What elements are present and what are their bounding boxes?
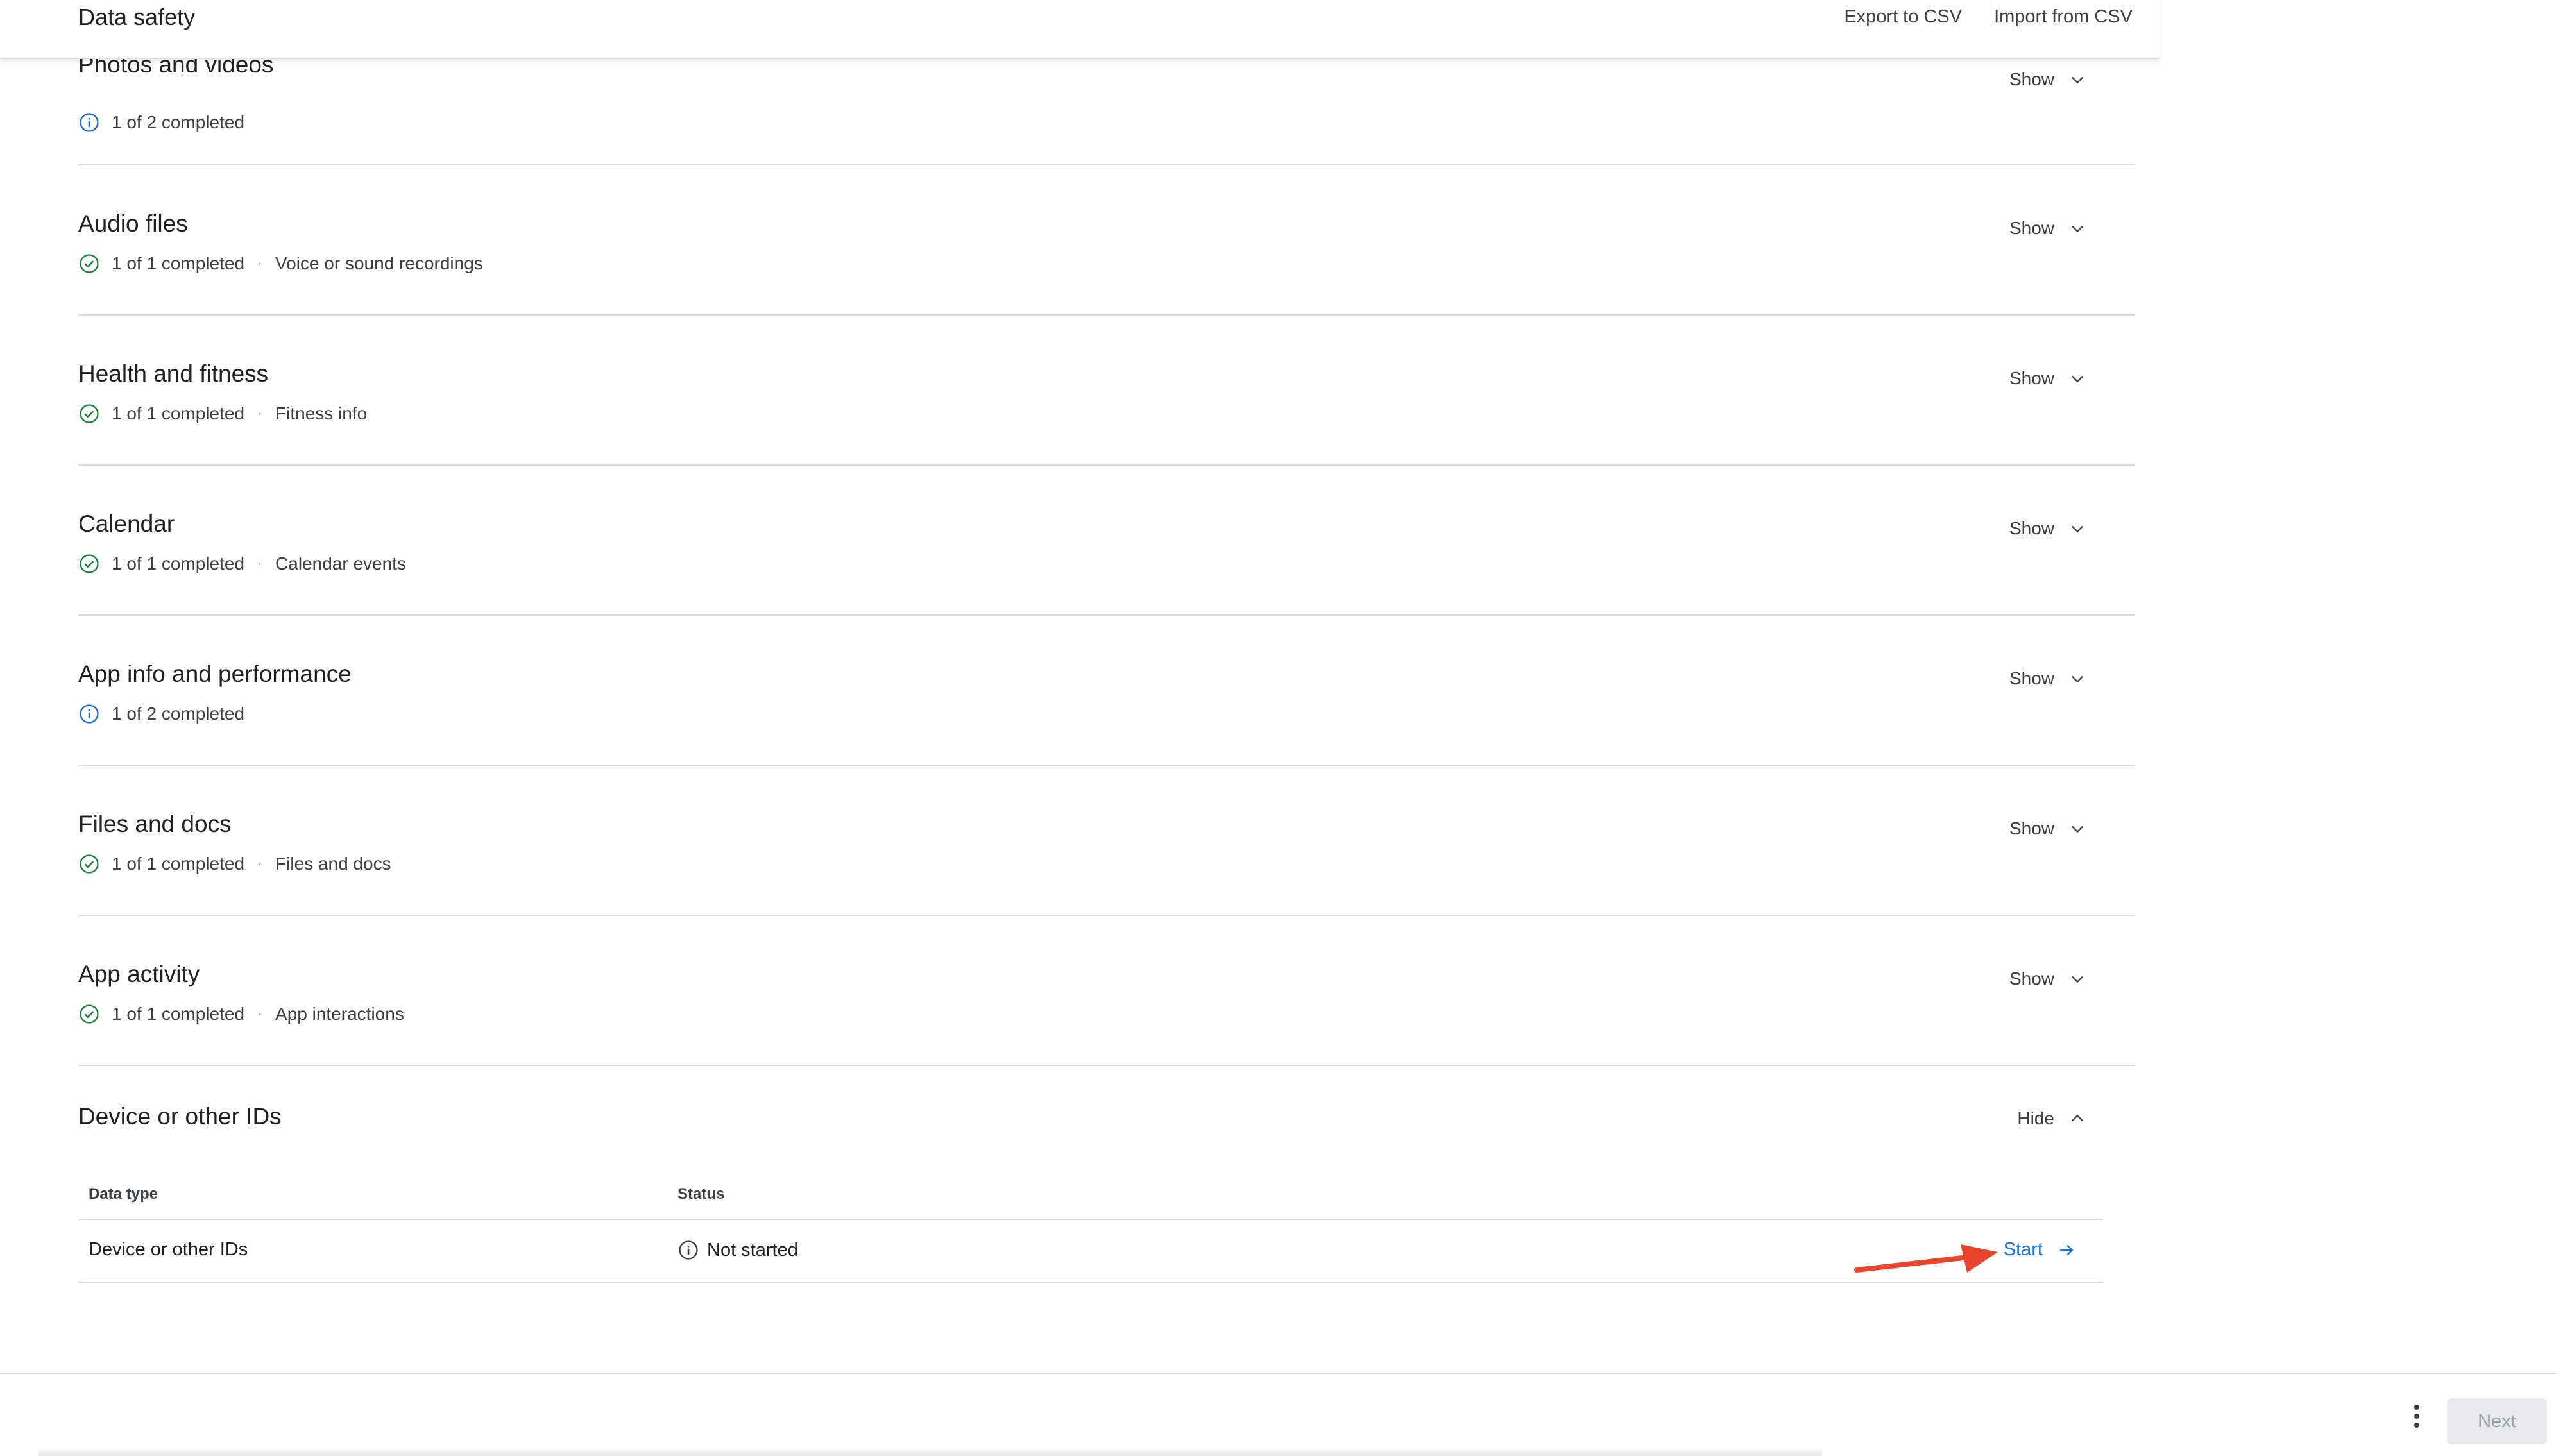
toggle-label: Show: [2009, 969, 2054, 988]
chevron-down-icon: [2072, 225, 2083, 233]
show-toggle-button[interactable]: Show: [2009, 969, 2086, 989]
section-meta: 1 of 1 completed · Fitness info: [78, 402, 367, 426]
section-files-and-docs: Files and docs 1 of 1 completed · Files …: [78, 766, 2135, 916]
toggle-label: Show: [2009, 368, 2054, 388]
separator-dot: ·: [257, 555, 263, 572]
section-title: Device or other IDs: [78, 1103, 282, 1130]
chevron-down-icon: [2072, 525, 2083, 533]
toggle-label: Show: [2009, 668, 2054, 688]
check-circle-icon: [78, 1003, 100, 1025]
show-toggle-button[interactable]: Show: [2009, 668, 2086, 689]
import-csv-button[interactable]: Import from CSV: [1994, 6, 2133, 28]
check-circle-icon: [78, 253, 100, 275]
section-meta: 1 of 1 completed · Voice or sound record…: [78, 251, 483, 276]
section-title: Health and fitness: [78, 360, 269, 387]
section-calendar: Calendar 1 of 1 completed · Calendar eve…: [78, 466, 2135, 616]
start-label: Start: [2003, 1239, 2043, 1260]
section-detail: Files and docs: [275, 854, 391, 874]
status-cell: Not started: [677, 1239, 798, 1261]
completion-status: 1 of 2 completed: [112, 112, 245, 132]
check-circle-icon: [78, 403, 100, 425]
completion-status: 1 of 2 completed: [112, 704, 245, 724]
page-header: Data safety Export to CSV Import from CS…: [0, 0, 2160, 59]
check-circle-icon: [78, 553, 100, 575]
section-detail: App interactions: [275, 1004, 404, 1024]
data-type-cell: Device or other IDs: [89, 1239, 248, 1260]
section-app-info-and-performance: App info and performance 1 of 2 complete…: [78, 616, 2135, 766]
separator-dot: ·: [257, 1005, 263, 1022]
info-icon: [78, 703, 100, 725]
arrow-right-icon: [2060, 1244, 2074, 1255]
completion-status: 1 of 1 completed: [112, 554, 245, 573]
section-meta: 1 of 1 completed · Calendar events: [78, 552, 406, 576]
status-text: Not started: [707, 1239, 798, 1260]
toggle-label: Hide: [2017, 1108, 2054, 1128]
show-toggle-button[interactable]: Show: [2009, 368, 2086, 389]
toggle-label: Show: [2009, 218, 2054, 238]
page: Photos and videos 1 of 2 completed Show …: [0, 0, 2556, 1456]
column-header-data-type: Data type: [89, 1185, 158, 1203]
completion-status: 1 of 1 completed: [112, 403, 245, 423]
separator-dot: ·: [257, 855, 263, 872]
start-button[interactable]: Start: [2004, 1239, 2076, 1260]
chevron-down-icon: [2072, 375, 2083, 383]
scroll-shadow: [38, 1447, 1822, 1456]
section-detail: Calendar events: [275, 554, 406, 573]
show-toggle-button[interactable]: Show: [2009, 69, 2086, 90]
show-toggle-button[interactable]: Show: [2009, 818, 2086, 839]
more-vert-icon[interactable]: [2407, 1402, 2426, 1430]
section-title: Calendar: [78, 511, 175, 537]
chevron-down-icon: [2072, 76, 2083, 84]
info-icon: [78, 112, 100, 133]
chevron-down-icon: [2072, 976, 2083, 983]
section-detail: Voice or sound recordings: [275, 253, 483, 273]
section-meta: 1 of 1 completed · Files and docs: [78, 852, 391, 876]
toggle-label: Show: [2009, 518, 2054, 538]
bottom-action-bar: Next: [0, 1373, 2556, 1456]
section-title: App info and performance: [78, 661, 352, 687]
section-detail: Fitness info: [275, 403, 368, 423]
hide-toggle-button[interactable]: Hide: [2017, 1108, 2086, 1129]
annotation-arrow-icon: [1854, 1244, 1998, 1273]
data-type-table-header: Data type Status: [78, 1185, 2103, 1220]
separator-dot: ·: [257, 405, 263, 422]
section-title: Files and docs: [78, 811, 232, 837]
show-toggle-button[interactable]: Show: [2009, 218, 2086, 239]
header-actions: Export to CSV Import from CSV: [1844, 6, 2133, 28]
separator-dot: ·: [257, 255, 263, 272]
completion-status: 1 of 1 completed: [112, 854, 245, 874]
completion-status: 1 of 1 completed: [112, 253, 245, 273]
completion-status: 1 of 1 completed: [112, 1004, 245, 1024]
show-toggle-button[interactable]: Show: [2009, 518, 2086, 539]
section-meta: 1 of 1 completed · App interactions: [78, 1002, 404, 1026]
export-csv-button[interactable]: Export to CSV: [1844, 6, 1962, 28]
chevron-up-icon: [2072, 1114, 2083, 1122]
section-title: Audio files: [78, 210, 188, 237]
next-button[interactable]: Next: [2447, 1398, 2547, 1444]
toggle-label: Show: [2009, 69, 2054, 89]
chevron-down-icon: [2072, 825, 2083, 833]
section-audio-files: Audio files 1 of 1 completed · Voice or …: [78, 165, 2135, 316]
section-meta: 1 of 2 completed: [78, 110, 244, 135]
section-health-and-fitness: Health and fitness 1 of 1 completed · Fi…: [78, 316, 2135, 466]
info-icon: [677, 1239, 699, 1261]
check-circle-icon: [78, 853, 100, 875]
section-app-activity: App activity 1 of 1 completed · App inte…: [78, 916, 2135, 1066]
section-meta: 1 of 2 completed: [78, 702, 244, 726]
table-row: Device or other IDs Not started Start: [78, 1220, 2103, 1283]
chevron-down-icon: [2072, 675, 2083, 683]
section-title: App activity: [78, 961, 200, 987]
column-header-status: Status: [677, 1185, 725, 1203]
page-title: Data safety: [78, 4, 196, 30]
toggle-label: Show: [2009, 818, 2054, 838]
